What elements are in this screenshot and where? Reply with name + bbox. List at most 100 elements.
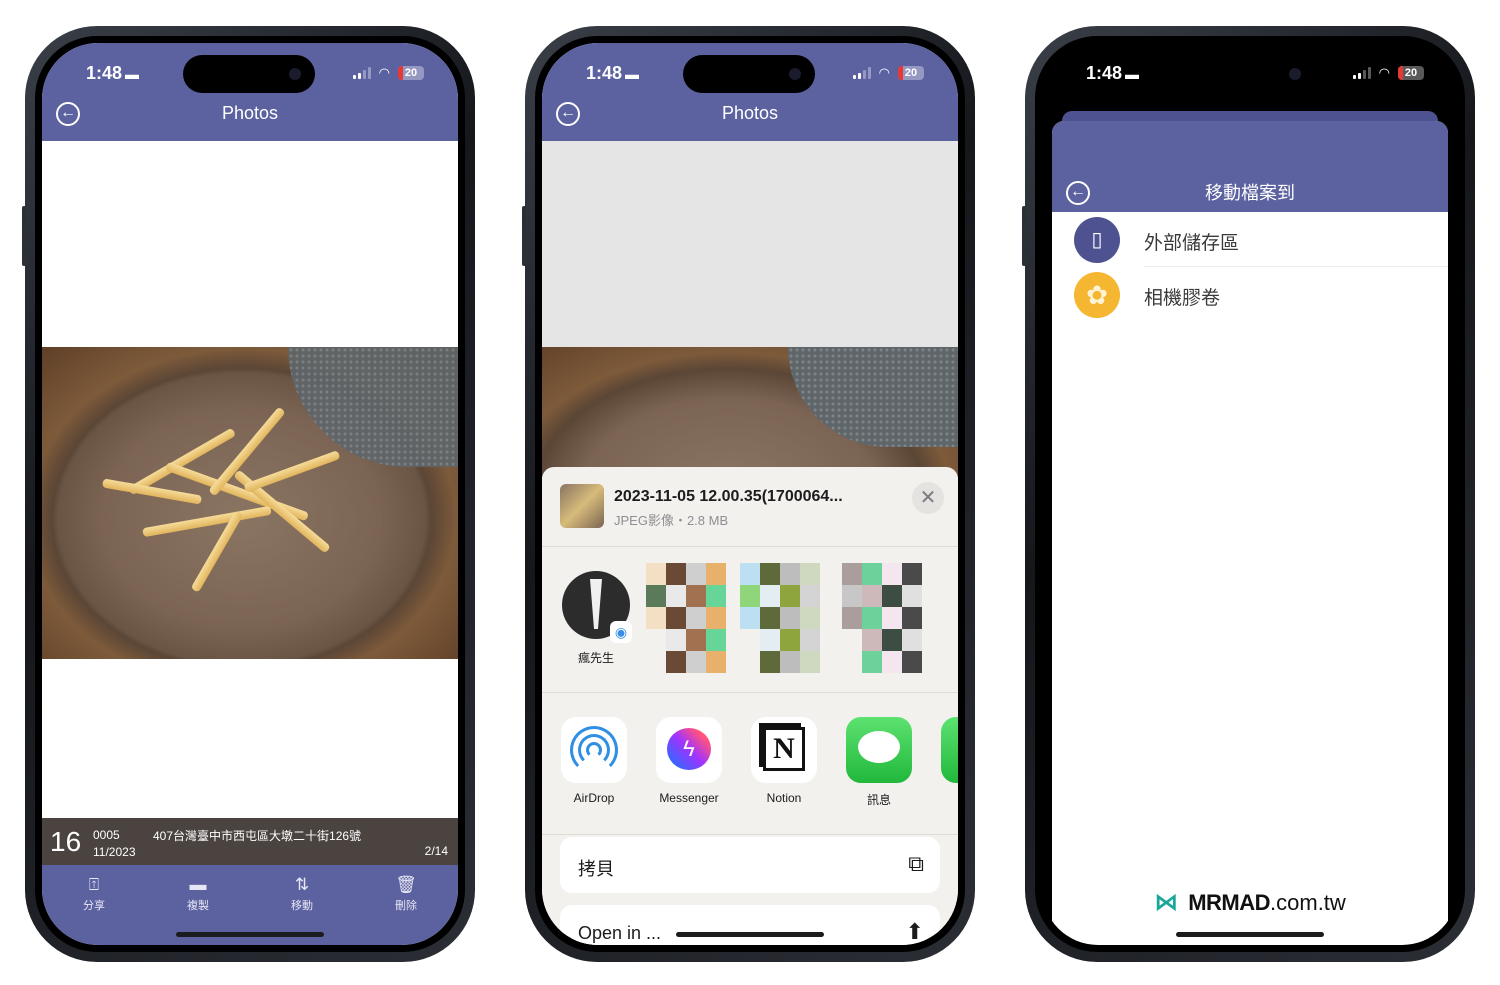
clock: 1:48 [1086,63,1123,83]
screen: ← Photos 1:48▬ ◠ 20 16 0005 11/2023 407 [42,43,458,945]
pixel [686,607,706,629]
sleep-icon: ▬ [125,66,140,82]
pixel [686,585,706,607]
photo-address: 407台灣臺中市西屯區大墩二十街126號 [153,829,362,843]
close-button[interactable]: ✕ [912,482,944,514]
delete-button[interactable]: 🗑 刪除 [376,875,436,945]
copy-icon: ⧉ [908,851,924,876]
people-row: ◉ 瘋先生 [542,547,958,693]
pixel [646,607,666,629]
status-bar: 1:48 ▬ ◠ 20 [1042,43,1458,95]
pixel [760,651,780,673]
pixel [666,563,686,585]
pixel [842,629,862,651]
dynamic-island [683,55,815,93]
pixel [760,607,780,629]
line-icon [941,717,958,783]
pixel [740,563,760,585]
pixel [862,585,882,607]
pixel [842,563,862,585]
usb-drive-icon: ▯ [1074,217,1120,263]
blurred-contact[interactable] [842,563,922,673]
share-sheet-header: 2023-11-05 12.00.35(1700064... JPEG影像・2.… [542,467,958,547]
screen: ← Photos 1:48 ▬ ◠ 20 2023-11-05 12.00.35(… [542,43,958,945]
blurred-contact[interactable] [740,563,820,673]
app-airdrop[interactable]: AirDrop [554,717,634,805]
photo[interactable] [42,347,458,659]
pixel [646,651,666,673]
signal-icon [1352,67,1371,79]
pixel [882,585,902,607]
pixel [902,585,922,607]
pixel [760,563,780,585]
dynamic-island [183,55,315,93]
signal-icon [352,67,371,79]
clock: 1:48 [586,63,623,83]
pixel [902,563,922,585]
pixel [646,585,666,607]
pixel [740,607,760,629]
pixel [686,629,706,651]
pixel [740,585,760,607]
photo-code: 0005 [93,828,120,842]
pixel [740,629,760,651]
dynamic-island [1183,55,1315,93]
page-title: Photos [221,103,279,123]
notion-icon: N [751,717,817,783]
watermark: ⋈ MRMAD.com.tw [1154,889,1346,916]
pixel [902,651,922,673]
battery-icon: 20 [1398,66,1424,80]
phone-photo-viewer: ← Photos 1:48▬ ◠ 20 16 0005 11/2023 407 [22,26,475,962]
sleep-icon: ▬ [625,66,640,82]
status-bar: 1:48 ▬ ◠ 20 [542,43,958,95]
home-indicator[interactable] [676,932,824,937]
pixel [706,607,726,629]
pixel [800,585,820,607]
photos-flower-icon: ✿ [1074,272,1120,318]
fries-image [101,406,362,593]
home-indicator[interactable] [1176,932,1324,937]
pixel [862,629,882,651]
pixel [882,607,902,629]
signal-icon [852,67,871,79]
share-sheet: 2023-11-05 12.00.35(1700064... JPEG影像・2.… [542,467,958,945]
pixel [666,651,686,673]
pixel [800,629,820,651]
blurred-contact[interactable] [646,563,726,673]
airdrop-icon [561,717,627,783]
photo-page-counter: 2/14 [424,844,448,858]
home-indicator[interactable] [176,932,324,937]
photo-background [542,141,958,347]
app-messenger[interactable]: ϟ Messenger [649,717,729,805]
pixel [862,651,882,673]
destination-external-storage[interactable]: ▯ 外部儲存區 [1052,212,1448,267]
app-messages[interactable]: 訊息 [839,717,919,808]
pixel [686,563,706,585]
pixel [646,629,666,651]
screen: 1:48 ▬ ◠ 20 ← 移動檔案到 ▯ 外部儲存區 ✿ 相機膠卷 ⋈ MRMAD… [1042,43,1458,945]
photo [542,347,958,477]
share-icon: ⍐ [88,875,100,894]
pixel [666,585,686,607]
messages-icon [846,717,912,783]
app-bar: ← 移動檔案到 [1052,121,1448,212]
move-file-modal: ← 移動檔案到 ▯ 外部儲存區 ✿ 相機膠卷 ⋈ MRMAD.com.tw [1052,121,1448,945]
photo-month-year: 11/2023 [93,845,136,859]
pixel [760,585,780,607]
file-meta: JPEG影像・2.8 MB [614,513,729,528]
copy-action[interactable]: 拷貝 ⧉ [560,837,940,893]
person-contact[interactable]: ◉ 瘋先生 [556,571,636,666]
share-button[interactable]: ⍐ 分享 [64,875,124,945]
app-partial[interactable] [934,717,958,783]
mrmad-logo-icon: ⋈ [1154,889,1179,916]
app-notion[interactable]: N Notion [744,717,824,805]
move-icon: ⇅ [294,875,310,894]
open-in-action[interactable]: Open in ... ⬆ [560,905,940,945]
pixel [780,607,800,629]
destination-camera-roll[interactable]: ✿ 相機膠卷 [1052,267,1448,322]
pixel [902,629,922,651]
file-name: 2023-11-05 12.00.35(1700064... [614,488,843,505]
pixel [882,629,902,651]
avatar: ◉ [562,571,632,643]
pixel [760,629,780,651]
